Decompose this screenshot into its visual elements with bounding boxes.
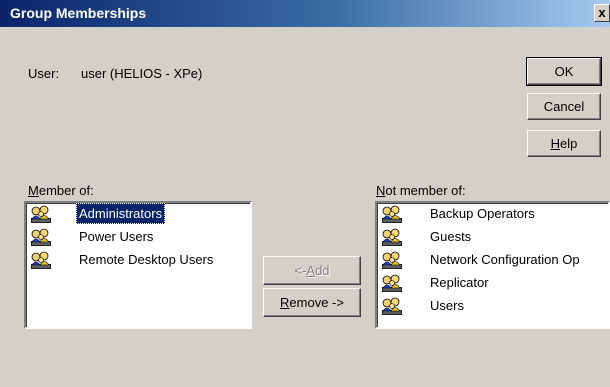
group-users-icon — [381, 228, 403, 247]
ok-button-label: OK — [554, 64, 574, 79]
group-users-icon — [30, 251, 52, 270]
help-button[interactable]: Help — [527, 130, 601, 157]
list-item[interactable]: Users — [377, 295, 608, 318]
list-item-label: Guests — [430, 229, 472, 244]
add-prefix: <- — [294, 263, 307, 278]
cancel-button[interactable]: Cancel — [527, 93, 601, 120]
member-of-list[interactable]: Administrators Power Users Remote Deskto… — [24, 201, 252, 329]
group-users-icon — [381, 205, 403, 224]
list-item[interactable]: Remote Desktop Users — [26, 249, 250, 272]
remove-button-label: Remove -> — [280, 289, 344, 316]
add-button-label: <- Add — [294, 257, 329, 284]
list-item[interactable]: Power Users — [26, 226, 250, 249]
list-item[interactable]: Backup Operators — [377, 203, 608, 226]
group-users-icon — [30, 205, 52, 224]
not-member-of-list[interactable]: Backup Operators Guests Network Configur… — [375, 201, 610, 329]
list-item-label: Replicator — [430, 275, 489, 290]
group-users-icon — [30, 228, 52, 247]
remove-label-rest: emove -> — [289, 295, 344, 310]
list-item-label: Power Users — [79, 229, 154, 244]
not-member-of-mnemonic: N — [376, 183, 386, 198]
not-member-of-label: Not member of: — [376, 183, 466, 198]
list-item-label: Backup Operators — [430, 206, 535, 221]
title-bar: Group Memberships x — [0, 0, 610, 27]
remove-mnemonic: R — [280, 295, 290, 310]
help-mnemonic: H — [550, 136, 561, 151]
close-button[interactable]: x — [594, 4, 610, 22]
cancel-button-label: Cancel — [543, 99, 585, 114]
list-item[interactable]: Administrators — [26, 203, 250, 226]
ok-button[interactable]: OK — [526, 57, 602, 86]
help-button-label: Help — [551, 131, 578, 156]
remove-button[interactable]: Remove -> — [263, 288, 361, 317]
user-label: User: — [28, 66, 60, 81]
close-icon: x — [598, 5, 606, 20]
member-of-mnemonic: M — [28, 183, 39, 198]
list-item[interactable]: Network Configuration Op — [377, 249, 608, 272]
list-item-label: Network Configuration Op — [430, 252, 580, 267]
user-value: user (HELIOS - XPe) — [81, 66, 203, 81]
list-item[interactable]: Guests — [377, 226, 608, 249]
list-item[interactable]: Replicator — [377, 272, 608, 295]
member-of-label-rest: ember of: — [38, 183, 94, 198]
group-users-icon — [381, 297, 403, 316]
group-users-icon — [381, 251, 403, 270]
add-label-rest: dd — [315, 263, 330, 278]
add-mnemonic: A — [306, 263, 316, 278]
help-label-rest: elp — [560, 136, 578, 151]
list-item-label: Administrators — [76, 203, 166, 224]
list-item-label: Users — [430, 298, 464, 313]
not-member-of-label-rest: ot member of: — [385, 183, 466, 198]
list-item-label: Remote Desktop Users — [79, 252, 214, 267]
member-of-label: Member of: — [28, 183, 94, 198]
add-button[interactable]: <- Add — [263, 256, 361, 285]
window-title: Group Memberships — [10, 5, 147, 21]
group-users-icon — [381, 274, 403, 293]
